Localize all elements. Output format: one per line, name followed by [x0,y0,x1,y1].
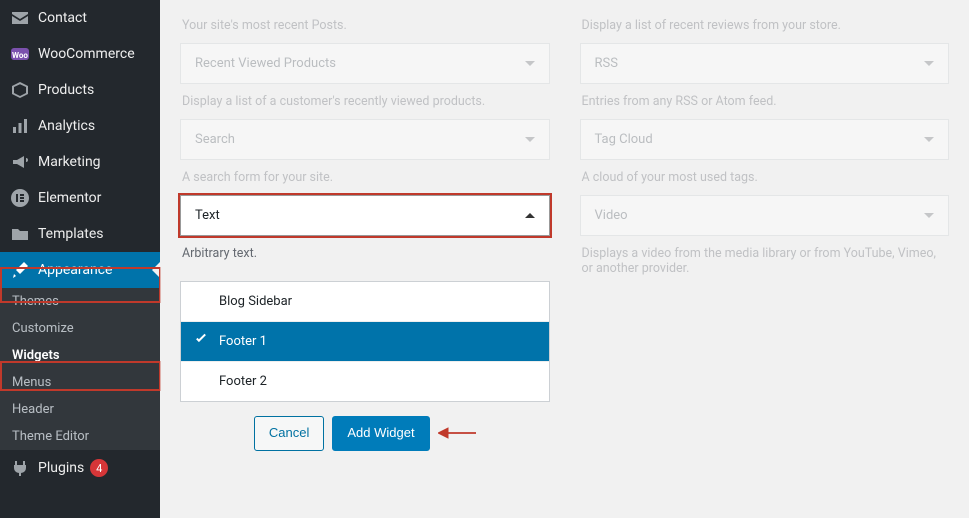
widget-tag-cloud[interactable]: Tag Cloud [580,119,950,160]
nav-templates[interactable]: Templates [0,216,160,252]
widget-desc: Entries from any RSS or Atom feed. [580,84,950,111]
nav-label: Appearance [38,262,112,278]
nav-products[interactable]: Products [0,72,160,108]
svg-text:Woo: Woo [12,51,28,60]
widget-search[interactable]: Search [180,119,550,160]
widget-title: Search [195,132,235,147]
nav-woocommerce[interactable]: Woo WooCommerce [0,36,160,72]
nav-plugins[interactable]: Plugins 4 [0,450,160,486]
check-icon [194,333,208,351]
bar-chart-icon [10,116,30,136]
widget-rss[interactable]: RSS [580,43,950,84]
plug-icon [10,458,30,478]
appearance-submenu: Themes Customize Widgets Menus Header Th… [0,288,160,450]
widget-desc: A search form for your site. [180,160,550,187]
widget-rvp[interactable]: Recent Viewed Products [180,43,550,84]
widget-title: Video [595,208,628,223]
widget-desc: Your site's most recent Posts. [180,0,550,35]
widget-actions: Cancel Add Widget [180,416,550,451]
nav-label: Contact [38,10,87,26]
widget-video[interactable]: Video [580,195,950,236]
widget-desc: Displays a video from the media library … [580,236,950,278]
chevron-down-icon [525,61,535,66]
chevron-down-icon [924,137,934,142]
folder-icon [10,224,30,244]
chevron-down-icon [525,137,535,142]
paintbrush-icon [10,260,30,280]
sub-widgets[interactable]: Widgets [0,342,160,369]
admin-sidebar: Contact Woo WooCommerce Products Analyti… [0,0,160,518]
envelope-icon [10,8,30,28]
widget-title: Text [195,208,220,223]
sub-theme-editor[interactable]: Theme Editor [0,423,160,450]
chevron-down-icon [924,213,934,218]
widget-desc: Arbitrary text. [180,236,550,263]
sub-menus[interactable]: Menus [0,369,160,396]
nav-label: Marketing [38,154,101,170]
nav-marketing[interactable]: Marketing [0,144,160,180]
widget-text-expanded[interactable]: Text [180,195,550,236]
add-widget-button[interactable]: Add Widget [332,416,429,451]
cube-icon [10,80,30,100]
area-blog-sidebar[interactable]: Blog Sidebar [181,282,549,321]
nav-label: WooCommerce [38,46,135,62]
area-label: Footer 1 [219,334,267,349]
area-label: Footer 2 [219,374,267,389]
widget-desc: Display a list of recent reviews from yo… [580,0,950,35]
sub-header[interactable]: Header [0,396,160,423]
widget-title: Recent Viewed Products [195,56,336,71]
widget-area-list: Blog Sidebar Footer 1 Footer 2 [180,281,550,402]
chevron-up-icon [525,213,535,218]
nav-label: Plugins [38,460,84,476]
nav-label: Templates [38,226,104,242]
widget-title: Tag Cloud [595,132,653,147]
nav-label: Products [38,82,94,98]
elementor-icon [10,188,30,208]
nav-label: Elementor [38,190,101,206]
widget-desc: A cloud of your most used tags. [580,160,950,187]
nav-appearance[interactable]: Appearance [0,252,160,288]
woocommerce-icon: Woo [10,44,30,64]
update-badge: 4 [90,459,108,477]
main-content: Your site's most recent Posts. Recent Vi… [160,0,969,518]
nav-contact[interactable]: Contact [0,0,160,36]
annotation-arrow [438,425,476,441]
cancel-button[interactable]: Cancel [254,416,324,451]
nav-label: Analytics [38,118,95,134]
area-footer-1[interactable]: Footer 1 [181,321,549,361]
widget-desc: Display a list of a customer's recently … [180,84,550,111]
chevron-down-icon [924,61,934,66]
widget-title: RSS [595,56,618,71]
area-footer-2[interactable]: Footer 2 [181,361,549,401]
sub-customize[interactable]: Customize [0,315,160,342]
area-label: Blog Sidebar [219,294,292,309]
megaphone-icon [10,152,30,172]
nav-analytics[interactable]: Analytics [0,108,160,144]
sub-themes[interactable]: Themes [0,288,160,315]
nav-elementor[interactable]: Elementor [0,180,160,216]
